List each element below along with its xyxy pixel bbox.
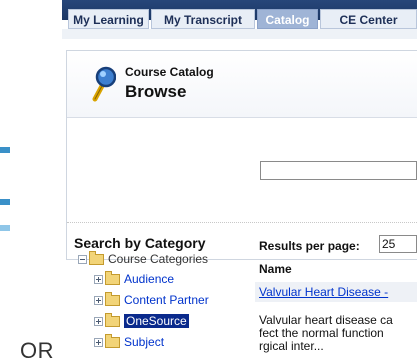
folder-icon — [105, 291, 120, 306]
tab-ce-center[interactable]: CE Center — [320, 9, 417, 29]
decorative-bar — [0, 199, 10, 205]
expand-icon[interactable] — [94, 274, 103, 284]
results-per-page-select[interactable]: 25 — [379, 235, 417, 253]
magnifier-icon — [92, 66, 116, 102]
collapse-icon[interactable] — [78, 254, 87, 264]
or-label: OR — [20, 338, 54, 363]
tab-catalog[interactable]: Catalog — [257, 9, 318, 29]
course-description-line: rgical inter... — [259, 339, 324, 353]
course-title-link[interactable]: Valvular Heart Disease - — [259, 285, 388, 299]
folder-icon — [105, 312, 120, 327]
divider — [67, 117, 417, 118]
tree-item-label: Audience — [124, 272, 175, 286]
expand-icon[interactable] — [94, 337, 103, 347]
tree-item-label: Content Partner — [124, 293, 209, 307]
course-description-line: fect the normal function — [259, 326, 384, 340]
course-catalog-window: My Learning My Transcript Catalog CE Cen… — [62, 0, 417, 364]
folder-icon — [105, 333, 120, 348]
tab-my-transcript[interactable]: My Transcript — [151, 9, 255, 29]
tree-item-label: Subject — [124, 335, 165, 349]
tree-item-label: OneSource — [124, 314, 189, 328]
category-heading: Search by Category — [74, 235, 206, 251]
page-subtitle: Course Catalog — [125, 65, 214, 79]
tab-my-learning[interactable]: My Learning — [68, 9, 149, 29]
tree-root-label: Course Categories — [108, 252, 209, 266]
expand-icon[interactable] — [94, 316, 103, 326]
tree-item-audience[interactable]: Audience — [94, 270, 174, 288]
folder-icon — [89, 250, 104, 265]
tree-item-content-partner[interactable]: Content Partner — [94, 291, 209, 309]
slide-background: OR — [0, 0, 62, 364]
decorative-bar — [0, 147, 10, 153]
decorative-bar — [0, 225, 10, 231]
tree-item-onesource[interactable]: OneSource — [94, 312, 189, 330]
tree-item-subject[interactable]: Subject — [94, 333, 164, 351]
page-header — [67, 51, 417, 117]
sub-toolbar — [62, 29, 417, 39]
name-column-header[interactable]: Name — [259, 262, 292, 276]
folder-icon — [105, 270, 120, 285]
tree-root[interactable]: Course Categories — [78, 250, 208, 268]
expand-icon[interactable] — [94, 295, 103, 305]
page-title: Browse — [125, 82, 187, 101]
course-description-line: Valvular heart disease ca — [259, 313, 393, 327]
results-per-page-label: Results per page: — [259, 239, 360, 253]
search-input[interactable] — [260, 161, 417, 180]
divider — [67, 222, 417, 223]
